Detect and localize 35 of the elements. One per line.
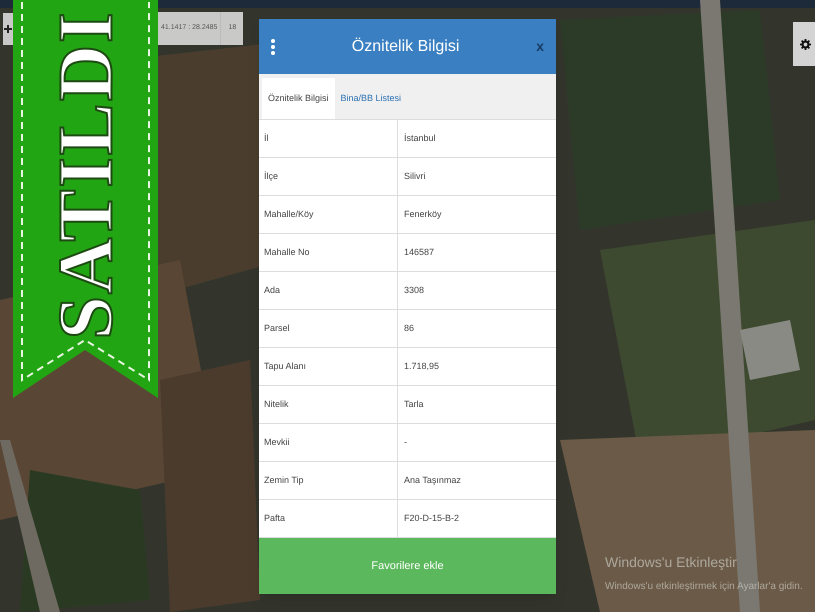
attribute-value-cell-text: Ana Taşınmaz xyxy=(403,474,462,487)
attribute-name-cell: Zemin Tip xyxy=(259,462,398,499)
more-icon[interactable] xyxy=(271,38,275,54)
attribute-value-cell-text: 86 xyxy=(403,322,416,335)
attribute-value-cell-text: Silivri xyxy=(403,170,426,183)
attribute-value-cell-text: - xyxy=(403,436,408,449)
tab[interactable]: Bina/BB Listesi xyxy=(334,78,408,119)
activation-message: Windows'u etkinleştirmek için Ayarlar'a gidin. xyxy=(605,580,803,594)
activation-title: Windows'u Etkinleştir xyxy=(605,553,738,572)
add-favorite-button[interactable]: Favorilere ekle xyxy=(259,538,556,594)
attribute-value-cell-text: 3308 xyxy=(403,284,426,297)
attribute-name-cell: Ada xyxy=(259,272,398,309)
attribute-name-cell: Parsel xyxy=(259,310,398,347)
close-button[interactable]: x xyxy=(536,36,544,57)
attribute-value-cell-text: F20-D-15-B-2 xyxy=(403,512,460,525)
attribute-value-cell-text: Tarla xyxy=(403,398,425,411)
attribute-value-cell-text: 146587 xyxy=(403,246,436,259)
zoom-in-button[interactable] xyxy=(3,13,13,45)
attribute-value-cell-text: Fenerköy xyxy=(403,208,443,221)
attribute-name-cell: Mahalle No xyxy=(259,234,398,271)
attribute-name-cell: İlçe xyxy=(259,158,398,195)
attribute-value-cell-text: İstanbul xyxy=(403,132,437,145)
attribute-value-cell-text: 1.718,95 xyxy=(403,360,440,373)
attribute-name-cell: Mahalle/Köy xyxy=(259,196,398,233)
plus-icon xyxy=(4,25,12,33)
tab[interactable]: Öznitelik Bilgisi xyxy=(262,78,335,119)
attribute-name-cell: Mevkii xyxy=(259,424,398,461)
attribute-name-cell: Tapu Alanı xyxy=(259,348,398,385)
dialog-title: Öznitelik Bilgisi xyxy=(350,36,460,56)
attribute-name-cell: Nitelik xyxy=(259,386,398,423)
settings-icon xyxy=(800,38,810,50)
attribute-name-cell: Pafta xyxy=(259,500,398,537)
settings-button[interactable] xyxy=(793,22,815,66)
banner-text: SATILDI xyxy=(46,10,124,340)
attribute-name-cell: İl xyxy=(259,120,398,157)
